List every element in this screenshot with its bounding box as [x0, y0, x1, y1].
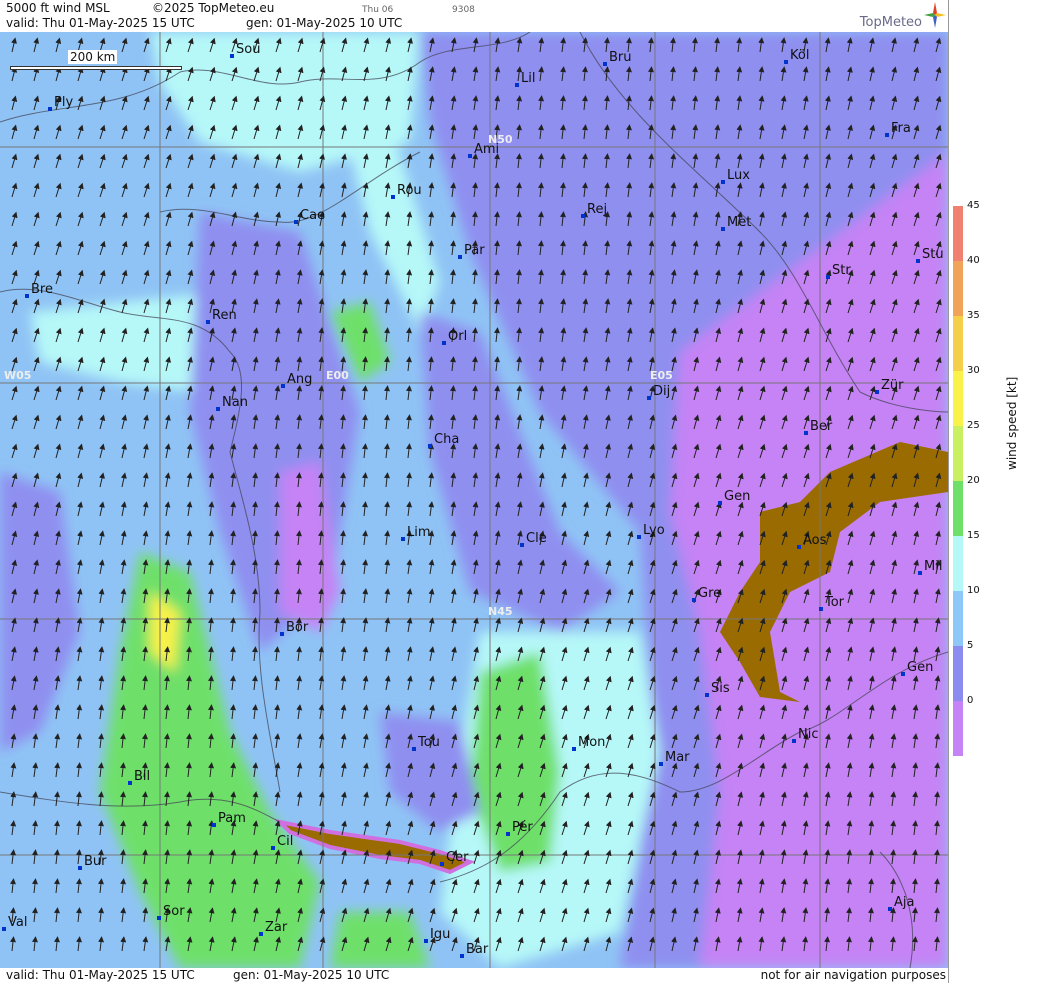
colorbar-tick: 35	[967, 310, 980, 321]
city-label[interactable]: Gen	[901, 660, 933, 676]
city-label[interactable]: Str	[826, 263, 851, 279]
city-label[interactable]: Lim	[401, 525, 431, 541]
colorbar-tick: 10	[967, 585, 980, 596]
wind-field	[0, 32, 948, 968]
brand-name: TopMeteo	[859, 15, 922, 30]
footer-valid: valid: Thu 01-May-2025 15 UTC	[6, 968, 195, 982]
city-label[interactable]: Ren	[206, 308, 237, 324]
brand-logo: TopMeteo	[860, 2, 946, 31]
city-label[interactable]: Bur	[78, 854, 107, 870]
city-label[interactable]: Met	[721, 215, 751, 231]
city-label[interactable]: Cle	[520, 531, 547, 547]
small-code: 9308	[452, 5, 475, 15]
city-label[interactable]: Zür	[875, 378, 904, 394]
small-day: Thu 06	[362, 5, 394, 15]
city-label[interactable]: Lux	[721, 168, 750, 184]
colorbar-segment	[953, 206, 963, 261]
city-label[interactable]: Bor	[280, 620, 308, 636]
colorbar-tick: 25	[967, 420, 980, 431]
scale-bar: 200 km	[10, 50, 182, 70]
city-label[interactable]: Köl	[784, 48, 809, 64]
city-label[interactable]: Ply	[48, 95, 73, 111]
colorbar-segment	[953, 591, 963, 646]
city-label[interactable]: Pér	[506, 820, 533, 836]
colorbar-segment	[953, 481, 963, 536]
grid-label-w05: W05	[4, 369, 32, 382]
city-label[interactable]: Mil	[918, 559, 942, 575]
city-label[interactable]: Cae	[294, 208, 325, 224]
city-label[interactable]: Nan	[216, 395, 248, 411]
colorbar-tick: 45	[967, 200, 980, 211]
colorbar-tick: 15	[967, 530, 980, 541]
wind-map-app: 5000 ft wind MSL ©2025 TopMeteo.eu Thu 0…	[0, 0, 1039, 983]
city-label[interactable]: Tou	[412, 735, 440, 751]
colorbar-segment	[953, 536, 963, 591]
footer-gen: gen: 01-May-2025 10 UTC	[233, 968, 390, 982]
city-label[interactable]: Bil	[128, 769, 150, 785]
city-label[interactable]: Dij	[647, 384, 670, 400]
city-label[interactable]: Rou	[391, 183, 422, 199]
city-label[interactable]: Bre	[25, 282, 53, 298]
footer: valid: Thu 01-May-2025 15 UTC gen: 01-Ma…	[0, 968, 948, 983]
colorbar-segment	[953, 646, 963, 701]
colorbar-segment	[953, 701, 963, 756]
city-label[interactable]: Bar	[460, 942, 488, 958]
city-label[interactable]: Aja	[888, 895, 914, 911]
grid-label-e05: E05	[650, 369, 673, 382]
city-label[interactable]: Mon	[572, 735, 605, 751]
scale-bar-label: 200 km	[68, 50, 118, 64]
city-label[interactable]: Ber	[804, 419, 832, 435]
city-label[interactable]: Pam	[212, 811, 246, 827]
colorbar-segment	[953, 261, 963, 316]
colorbar-tick: 5	[967, 640, 974, 651]
city-label[interactable]: Cil	[271, 834, 293, 850]
legend-title: wind speed [kt]	[1005, 376, 1019, 470]
colorbar-tick: 30	[967, 365, 980, 376]
city-label[interactable]: Gen	[718, 489, 750, 505]
city-label[interactable]: Gre	[692, 586, 721, 602]
footer-notice: not for air navigation purposes	[760, 968, 946, 982]
city-label[interactable]: Fra	[885, 121, 911, 137]
city-label[interactable]: Sor	[157, 904, 185, 920]
city-label[interactable]: Nic	[792, 727, 818, 743]
colorbar-segment	[953, 426, 963, 481]
grid-label-n45: N45	[488, 605, 513, 618]
color-legend: 45 40 35 30 25 20 15 10 5 0 wind speed [kt]	[948, 0, 1039, 983]
city-label[interactable]: Cer	[440, 850, 468, 866]
header: 5000 ft wind MSL ©2025 TopMeteo.eu Thu 0…	[0, 0, 948, 32]
city-label[interactable]: Rej	[581, 202, 607, 218]
grid-label-e00: E00	[326, 369, 349, 382]
colorbar-segment	[953, 371, 963, 426]
city-label[interactable]: Stu	[916, 247, 944, 263]
chart-title: 5000 ft wind MSL	[6, 1, 110, 15]
city-label[interactable]: Orl	[442, 329, 467, 345]
compass-star-icon	[924, 2, 946, 28]
city-label[interactable]: Val	[2, 915, 27, 931]
colorbar-tick: 20	[967, 475, 980, 486]
city-label[interactable]: Ami	[468, 142, 499, 158]
scale-bar-line	[10, 66, 182, 70]
colorbar-tick: 40	[967, 255, 980, 266]
city-label[interactable]: Lil	[515, 71, 535, 87]
colorbar-tick: 0	[967, 695, 974, 706]
city-label[interactable]: Cha	[428, 432, 459, 448]
city-label[interactable]: Zar	[259, 920, 287, 936]
valid-time: valid: Thu 01-May-2025 15 UTC	[6, 16, 195, 30]
city-label[interactable]: Tor	[819, 595, 844, 611]
copyright: ©2025 TopMeteo.eu	[152, 1, 275, 15]
colorbar-segment	[953, 316, 963, 371]
city-label[interactable]: Igu	[424, 927, 450, 943]
city-label[interactable]: Bru	[603, 50, 632, 66]
city-label[interactable]: Aos	[797, 533, 826, 549]
city-label[interactable]: Sis	[705, 681, 730, 697]
city-label[interactable]: Mar	[659, 750, 690, 766]
gen-time: gen: 01-May-2025 10 UTC	[246, 16, 403, 30]
city-label[interactable]: Ang	[281, 372, 312, 388]
city-label[interactable]: Par	[458, 243, 485, 259]
wind-map[interactable]: 200 km N50 N45 W05 E00 E05 Sou Bru Köl L…	[0, 32, 948, 968]
city-label[interactable]: Lyo	[637, 523, 665, 539]
city-label[interactable]: Sou	[230, 42, 260, 58]
